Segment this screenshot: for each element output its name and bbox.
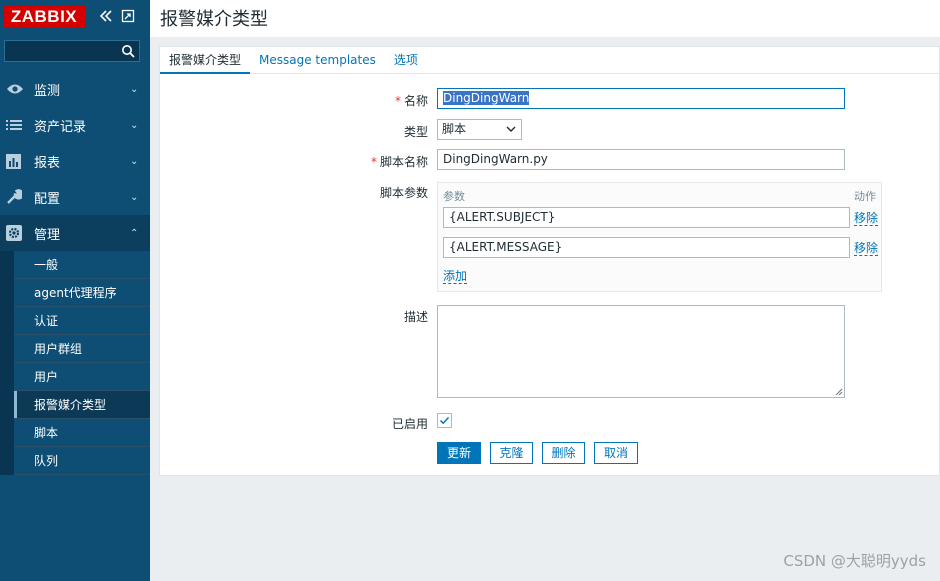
menu-item-administration[interactable]: 管理 ⌃ [0,215,150,251]
submenu-item-authentication[interactable]: 认证 [14,307,150,335]
administration-submenu: 一般 agent代理程序 认证 用户群组 用户 报警媒介类型 脚本 队列 [0,251,150,475]
tab-bar: 报警媒介类型 Message templates 选项 [160,47,939,74]
submenu-item-users[interactable]: 用户 [14,363,150,391]
script-params-table: 参数 动作 {ALERT.SUBJECT} 移除 {ALERT.MESSAGE}… [437,182,882,292]
submenu-item-queue[interactable]: 队列 [14,447,150,475]
action-column-header: 动作 [854,190,876,203]
bar-chart-icon [0,153,34,169]
chevron-up-icon: ⌃ [130,227,139,239]
type-select[interactable]: 脚本 [437,119,522,140]
remove-param-link[interactable]: 移除 [854,241,879,256]
params-column-header: 参数 [443,190,465,203]
form-panel: 报警媒介类型 Message templates 选项 * 名称 DingDing… [159,46,940,476]
sidebar-header: ZABBIX [0,0,150,32]
script-params-label: 脚本参数 [379,186,428,200]
menu-label: 监测 [34,83,61,99]
main-menu: 监测 ⌄ 资产记录 ⌄ 报表 ⌄ 配置 ⌄ 管理 ⌃ 一般 agent代理程序 … [0,71,150,475]
script-name-label-text: 脚本名称 [379,155,428,169]
name-label: * 名称 [394,94,428,108]
chevron-down-icon: ⌄ [130,83,139,95]
collapse-sidebar-icon[interactable] [99,9,113,23]
list-icon [0,119,34,131]
menu-item-configuration[interactable]: 配置 ⌄ [0,179,150,215]
menu-item-inventory[interactable]: 资产记录 ⌄ [0,107,150,143]
name-value: DingDingWarn [443,91,530,105]
chevron-down-icon [506,126,516,132]
clone-button[interactable]: 克隆 [490,442,533,464]
submenu-item-proxies[interactable]: agent代理程序 [14,279,150,307]
sidebar: ZABBIX 监测 ⌄ 资产记录 ⌄ 报表 ⌄ 配置 ⌄ 管理 ⌃ 一般 age… [0,0,150,581]
update-button[interactable]: 更新 [437,442,481,464]
script-name-label: * 脚本名称 [370,155,428,169]
param-input-subject[interactable]: {ALERT.SUBJECT} [443,207,850,228]
page-title: 报警媒介类型 [160,9,268,30]
enabled-label: 已启用 [391,417,428,431]
tab-options[interactable]: 选项 [385,47,427,74]
tab-message-templates[interactable]: Message templates [250,47,385,74]
submenu-item-media-types[interactable]: 报警媒介类型 [14,391,150,419]
menu-label: 配置 [34,191,61,207]
search-input[interactable] [5,41,115,61]
submenu-item-user-groups[interactable]: 用户群组 [14,335,150,363]
delete-button[interactable]: 删除 [542,442,585,464]
name-input[interactable]: DingDingWarn [437,88,845,109]
add-param-link[interactable]: 添加 [443,269,468,284]
type-label: 类型 [403,125,428,139]
search-icon[interactable] [121,44,135,58]
chevron-down-icon: ⌄ [130,191,139,203]
page-header [150,0,940,37]
enabled-checkbox[interactable] [437,413,452,428]
menu-label: 报表 [34,155,61,171]
chevron-down-icon: ⌄ [130,119,139,131]
gear-icon [0,225,34,241]
resize-handle-icon[interactable] [835,388,843,396]
chevron-down-icon: ⌄ [130,155,139,167]
submenu-item-scripts[interactable]: 脚本 [14,419,150,447]
eye-icon [0,83,34,95]
watermark: CSDN @大聪明yyds [783,552,926,570]
cancel-button[interactable]: 取消 [594,442,638,464]
script-name-input[interactable]: DingDingWarn.py [437,149,845,170]
menu-label: 资产记录 [34,119,87,135]
name-label-text: 名称 [403,94,428,108]
menu-label: 管理 [34,227,61,243]
wrench-icon [0,189,34,205]
sidebar-search[interactable] [4,40,140,62]
param-input-message[interactable]: {ALERT.MESSAGE} [443,237,850,258]
zabbix-logo[interactable]: ZABBIX [3,6,85,28]
submenu-item-general[interactable]: 一般 [14,251,150,279]
type-value: 脚本 [442,122,467,136]
menu-item-reports[interactable]: 报表 ⌄ [0,143,150,179]
description-label: 描述 [403,310,428,324]
checkmark-icon [439,416,450,425]
tab-media-type[interactable]: 报警媒介类型 [160,47,251,74]
description-textarea[interactable] [437,305,845,398]
remove-param-link[interactable]: 移除 [854,211,879,226]
menu-item-monitoring[interactable]: 监测 ⌄ [0,71,150,107]
kiosk-mode-icon[interactable] [121,9,135,23]
